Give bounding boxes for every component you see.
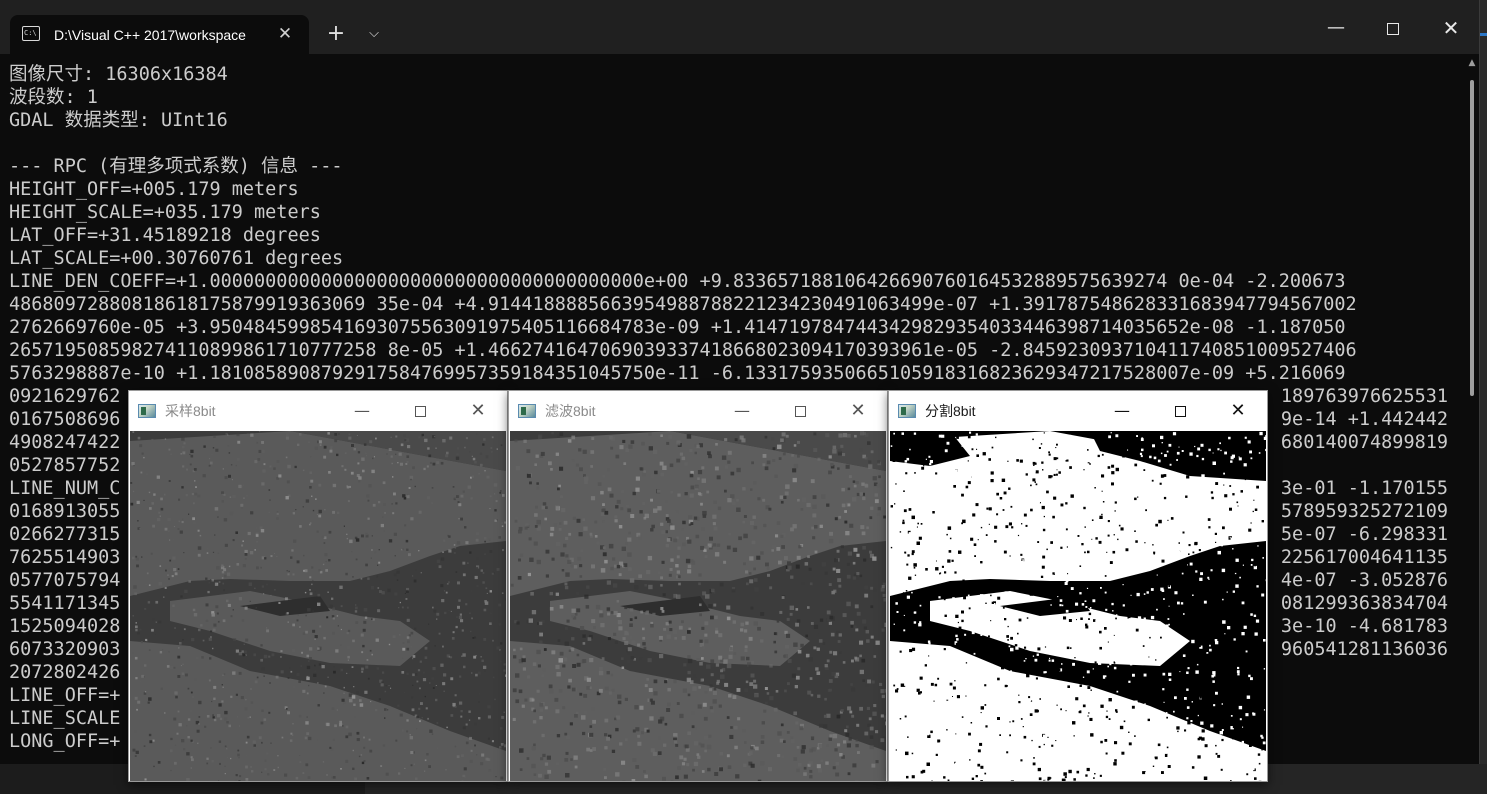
maximize-icon bbox=[1387, 22, 1399, 35]
image-window-sampled[interactable]: 采样8bit — ✕ bbox=[128, 390, 508, 782]
image-canvas[interactable] bbox=[890, 431, 1266, 781]
opencv-window-icon bbox=[138, 404, 156, 418]
image-window-titlebar[interactable]: 采样8bit — ✕ bbox=[129, 391, 507, 431]
minimize-button[interactable]: — bbox=[347, 401, 377, 421]
image-canvas[interactable] bbox=[130, 431, 506, 781]
console-line-fragment: 578959325272109 bbox=[1280, 501, 1448, 522]
tab-dropdown-button[interactable]: ⌵ bbox=[360, 20, 388, 48]
maximize-button[interactable] bbox=[1165, 401, 1195, 421]
desktop-edge bbox=[1480, 0, 1487, 794]
window-title: 采样8bit bbox=[165, 403, 216, 419]
console-line: 265719508598274110899861710777258 8e-05 … bbox=[9, 340, 1357, 361]
console-line-fragment: 680140074899819 bbox=[1280, 432, 1448, 453]
console-line-fragment: 4e-07 -3.052876 bbox=[1280, 570, 1448, 591]
console-line-fragment: 225617004641135 bbox=[1280, 547, 1448, 568]
maximize-button[interactable] bbox=[785, 401, 815, 421]
terminal-tab[interactable]: D:\Visual C++ 2017\workspace ✕ bbox=[10, 15, 309, 54]
maximize-icon bbox=[794, 406, 806, 417]
console-line: --- RPC (有理多项式系数) 信息 --- bbox=[9, 156, 343, 177]
close-button[interactable]: ✕ bbox=[843, 401, 873, 421]
tab-close-icon[interactable]: ✕ bbox=[274, 23, 296, 45]
console-line: 图像尺寸: 16306x16384 bbox=[9, 64, 228, 85]
minimize-button[interactable]: — bbox=[727, 401, 757, 421]
satellite-image bbox=[890, 431, 1266, 781]
scroll-up-arrow-icon[interactable]: ▲ bbox=[1467, 58, 1477, 68]
console-line: 波段数: 1 bbox=[9, 87, 98, 108]
console-line: LAT_OFF=+31.45189218 degrees bbox=[9, 225, 321, 246]
console-line: HEIGHT_OFF=+005.179 meters bbox=[9, 179, 299, 200]
window-title: 滤波8bit bbox=[545, 403, 596, 419]
console-line: 5763298887e-10 +1.1810858908792917584769… bbox=[9, 363, 1346, 384]
console-line-fragment: 3e-10 -4.681783 bbox=[1280, 616, 1448, 637]
console-line: HEIGHT_SCALE=+035.179 meters bbox=[9, 202, 321, 223]
window-title: 分割8bit bbox=[925, 403, 976, 419]
console-icon bbox=[22, 26, 40, 41]
console-line-fragment: 3e-01 -1.170155 bbox=[1280, 478, 1448, 499]
console-line: GDAL 数据类型: UInt16 bbox=[9, 110, 228, 131]
maximize-icon bbox=[1174, 406, 1186, 417]
console-scrollbar[interactable] bbox=[1470, 80, 1474, 396]
console-line-fragment: 5e-07 -6.298331 bbox=[1280, 524, 1448, 545]
image-window-titlebar[interactable]: 滤波8bit — ✕ bbox=[509, 391, 887, 431]
image-window-segmented[interactable]: 分割8bit — ✕ bbox=[888, 390, 1268, 782]
image-window-filtered[interactable]: 滤波8bit — ✕ bbox=[508, 390, 888, 782]
minimize-button[interactable]: — bbox=[1311, 8, 1361, 48]
new-tab-button[interactable]: + bbox=[322, 20, 350, 48]
image-window-titlebar[interactable]: 分割8bit — ✕ bbox=[889, 391, 1267, 431]
console-line: 48680972880818618175879919363069 35e-04 … bbox=[9, 294, 1357, 315]
console-line: 2762669760e-05 +3.9504845998541693075563… bbox=[9, 317, 1346, 338]
close-button[interactable]: ✕ bbox=[463, 401, 493, 421]
console-line-fragment: 081299363834704 bbox=[1280, 593, 1448, 614]
image-canvas[interactable] bbox=[510, 431, 886, 781]
tab-title: D:\Visual C++ 2017\workspace bbox=[54, 27, 246, 43]
console-line-fragment: 189763976625531 bbox=[1280, 386, 1448, 407]
minimize-button[interactable]: — bbox=[1107, 401, 1137, 421]
close-button[interactable]: ✕ bbox=[1223, 401, 1253, 421]
console-line: LINE_DEN_COEFF=+1.0000000000000000000000… bbox=[9, 271, 1346, 292]
satellite-image bbox=[130, 431, 506, 781]
maximize-icon bbox=[414, 406, 426, 417]
maximize-button[interactable] bbox=[1368, 8, 1418, 48]
opencv-window-icon bbox=[898, 404, 916, 418]
terminal-titlebar[interactable]: D:\Visual C++ 2017\workspace ✕ + ⌵ — ✕ bbox=[0, 0, 1479, 54]
console-line: LAT_SCALE=+00.30760761 degrees bbox=[9, 248, 344, 269]
console-line-fragment: 9e-14 +1.442442 bbox=[1280, 409, 1448, 430]
desktop-accent bbox=[1480, 33, 1487, 36]
opencv-window-icon bbox=[518, 404, 536, 418]
close-button[interactable]: ✕ bbox=[1426, 8, 1476, 48]
maximize-button[interactable] bbox=[405, 401, 435, 421]
console-line-fragment: 960541281136036 bbox=[1280, 639, 1448, 660]
satellite-image bbox=[510, 431, 886, 781]
